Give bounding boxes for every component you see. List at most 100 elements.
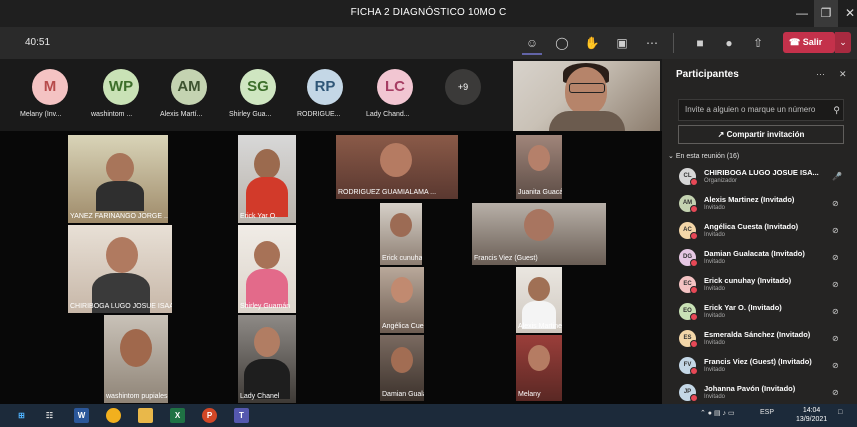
rooms-icon[interactable]: ▣ (612, 33, 632, 53)
language-indicator[interactable]: ESP (760, 409, 774, 416)
chevron-down-icon: ⌄ (668, 153, 676, 160)
participant-row[interactable]: EO Erick Yar O. (Invitado) Invitado ⊘ (662, 301, 857, 327)
video-tile[interactable]: YANEZ FARINANGO JORGE ... (68, 135, 168, 223)
participant-name: Erick cunuhay (Invitado) (704, 276, 792, 285)
video-tile[interactable]: washintom pupiales (104, 315, 168, 403)
mic-muted-icon: ⊘ (832, 307, 839, 316)
minimize-button[interactable]: — (790, 0, 814, 27)
meeting-toolbar: 40:51 ☺ ◯ ✋ ▣ ⋯ ■ ● ⇧ ☎ Salir ⌄ (0, 27, 857, 59)
avatar: AC (679, 222, 698, 240)
teams-icon[interactable]: T (234, 408, 249, 423)
video-tile[interactable]: Lady Chanel (238, 315, 296, 403)
tile-name: Lady Chanel (240, 393, 280, 400)
reactions-icon[interactable]: ✋ (582, 33, 602, 53)
participant-role: Invitado (704, 259, 726, 265)
participant-role: Invitado (704, 313, 726, 319)
more-icon[interactable]: ⋯ (642, 33, 662, 53)
avatar[interactable]: RP (307, 69, 343, 105)
tray-icons[interactable]: ⌃ ● ▤ ♪ ▭ (700, 409, 735, 417)
excel-icon[interactable]: X (170, 408, 185, 423)
participant-row[interactable]: ES Esmeralda Sánchez (Invitado) Invitado… (662, 328, 857, 354)
tile-name: YANEZ FARINANGO JORGE ... (70, 213, 168, 220)
avatar-row: M Melany (Inv... WP washintom ... AM Ale… (0, 59, 662, 131)
video-tile[interactable]: Angélica Cuesta (380, 267, 424, 333)
leave-dropdown[interactable]: ⌄ (835, 32, 851, 53)
participant-row[interactable]: AC Angélica Cuesta (Invitado) Invitado ⊘ (662, 220, 857, 246)
avatar-name: Lady Chand... (366, 111, 410, 118)
word-icon[interactable]: W (74, 408, 89, 423)
share-invite-button[interactable]: ↗ Compartir invitación (678, 125, 844, 144)
video-tile[interactable]: Melany (516, 335, 562, 401)
participant-row[interactable]: CL CHIRIBOGA LUGO JOSUE ISA... Organizad… (662, 166, 857, 192)
tile-name: Shirley Guamán (240, 303, 291, 310)
share-invite-label: Compartir invitación (726, 130, 805, 139)
tile-name: Alexis Martinez (518, 323, 562, 330)
video-tile[interactable]: Damian Gualacata (380, 335, 424, 401)
video-tile[interactable]: RODRIGUEZ GUAMIALAMA ... (336, 135, 458, 199)
video-tile[interactable]: Erick Yar O. (238, 135, 296, 223)
avatar[interactable]: AM (171, 69, 207, 105)
avatar: AM (679, 195, 698, 213)
video-tile[interactable]: CHIRIBOGA LUGO JOSUE ISAAC (68, 225, 172, 313)
panel-title: Participantes (676, 69, 739, 80)
video-tile[interactable]: Shirley Guamán (238, 225, 296, 313)
self-view-video (513, 61, 660, 131)
files-icon[interactable] (138, 408, 153, 423)
mic-muted-icon: ⊘ (832, 199, 839, 208)
tile-name: Juanita Guacán (518, 189, 562, 196)
leave-button[interactable]: ☎ Salir (783, 32, 835, 53)
people-icon[interactable]: ☺ (522, 33, 542, 55)
close-window-button[interactable]: ✕ (838, 0, 857, 27)
invite-input[interactable]: Invite a alguien o marque un número ⚲ (678, 99, 844, 121)
title-bar: FICHA 2 DIAGNÓSTICO 10MO C — ❐ ✕ (0, 0, 857, 27)
video-tile[interactable]: Alexis Martinez (516, 267, 562, 333)
more-options-icon[interactable]: ··· (816, 69, 825, 79)
participant-name: Esmeralda Sánchez (Invitado) (704, 330, 811, 339)
avatar[interactable]: M (32, 69, 68, 105)
participant-name: Erick Yar O. (Invitado) (704, 303, 782, 312)
mic-icon[interactable]: ● (719, 33, 739, 53)
restore-button[interactable]: ❐ (814, 0, 838, 27)
participant-row[interactable]: DG Damian Gualacata (Invitado) Invitado … (662, 247, 857, 273)
mic-muted-icon: ⊘ (832, 361, 839, 370)
clock-time: 14:04 (802, 407, 821, 414)
more-participants-button[interactable]: +9 (445, 69, 481, 105)
avatar[interactable]: WP (103, 69, 139, 105)
video-tile[interactable]: Juanita Guacán (516, 135, 562, 199)
share-icon[interactable]: ⇧ (748, 33, 768, 53)
avatar[interactable]: LC (377, 69, 413, 105)
taskview-icon[interactable]: ☷ (42, 408, 57, 423)
video-tile[interactable]: Francis Viez (Guest) (472, 203, 606, 265)
participant-row[interactable]: EC Erick cunuhay (Invitado) Invitado ⊘ (662, 274, 857, 300)
search-icon[interactable]: ⚲ (833, 100, 840, 120)
avatar: CL (679, 168, 698, 186)
windows-icon[interactable]: ⊞ (14, 408, 29, 423)
avatar: EO (679, 303, 698, 321)
phone-icon: ☎ (789, 37, 803, 47)
tile-name: Melany (518, 391, 541, 398)
chat-icon[interactable]: ◯ (552, 33, 572, 53)
notifications-icon[interactable]: □ (838, 409, 842, 416)
mic-muted-icon: ⊘ (832, 226, 839, 235)
avatar[interactable]: SG (240, 69, 276, 105)
taskbar: ⊞ ☷ W X P T ⌃ ● ▤ ♪ ▭ ESP 14:04 13/9/202… (0, 404, 857, 427)
video-tile[interactable]: Erick cunuhay (380, 203, 422, 265)
clock-date: 13/9/2021 (796, 416, 828, 423)
participant-row[interactable]: FV Francis Viez (Guest) (Invitado) Invit… (662, 355, 857, 381)
camera-icon[interactable]: ■ (690, 33, 710, 53)
section-header[interactable]: ⌄ En esta reunión (16) (668, 152, 739, 160)
participant-name: CHIRIBOGA LUGO JOSUE ISA... (704, 168, 819, 177)
chrome-icon[interactable] (106, 408, 121, 423)
close-panel-icon[interactable]: ✕ (839, 69, 847, 80)
leave-label: Salir (802, 37, 823, 47)
participant-row[interactable]: AM Alexis Martinez (Invitado) Invitado ⊘ (662, 193, 857, 219)
tile-name: Erick Yar O. (240, 213, 278, 220)
participant-name: Alexis Martinez (Invitado) (704, 195, 795, 204)
mic-muted-icon: ⊘ (832, 334, 839, 343)
participant-role: Organizador (704, 178, 738, 184)
powerpoint-icon[interactable]: P (202, 408, 217, 423)
chevron-down-icon: ⌄ (839, 37, 847, 47)
clock[interactable]: 14:04 13/9/2021 (796, 406, 827, 424)
participant-role: Invitado (704, 232, 726, 238)
section-label: En esta reunión (16) (675, 153, 740, 160)
